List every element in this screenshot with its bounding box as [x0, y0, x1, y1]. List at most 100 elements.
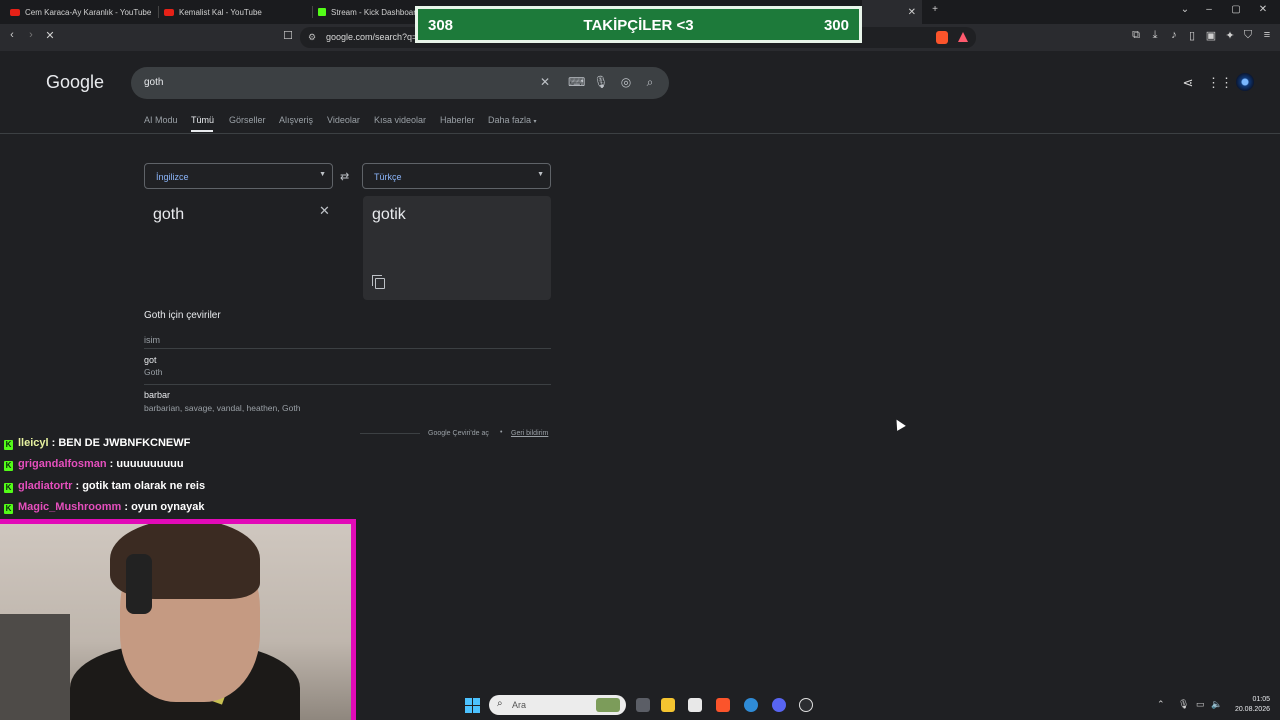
brave-rewards-icon[interactable]: [958, 32, 968, 42]
translation-word: got: [144, 355, 157, 365]
app-icon[interactable]: [744, 698, 758, 712]
chat-message: Kgrigandalfosman : uuuuuuuuuu: [4, 458, 184, 474]
nav-ai-mode[interactable]: AI Modu: [144, 115, 178, 125]
store-icon[interactable]: [688, 698, 702, 712]
tab-title: Stream - Kick Dashboard: [331, 7, 415, 17]
brave-shields-icon[interactable]: [936, 31, 948, 44]
new-tab-icon[interactable]: +: [927, 4, 943, 15]
kick-icon: K: [4, 504, 13, 514]
lens-icon[interactable]: ◎: [618, 75, 634, 89]
source-text-input[interactable]: goth: [153, 206, 184, 224]
taskbar-search[interactable]: ⌕ Ara: [489, 695, 626, 715]
chat-text: uuuuuuuuuu: [116, 458, 184, 470]
translations-heading: Goth için çeviriler: [144, 310, 221, 321]
stop-loading-icon[interactable]: ✕: [42, 29, 58, 42]
tab-google-search[interactable]: ✕: [862, 0, 922, 24]
window-close-icon[interactable]: ✕: [1255, 4, 1271, 15]
windows-start-icon[interactable]: [465, 698, 480, 713]
close-icon[interactable]: ✕: [908, 7, 916, 18]
google-logo[interactable]: Google: [46, 72, 104, 93]
nav-videos[interactable]: Videolar: [327, 115, 360, 125]
swap-languages-icon[interactable]: ⇄: [340, 170, 349, 183]
volume-icon[interactable]: 🔈: [1211, 699, 1222, 710]
brave-browser-icon[interactable]: [716, 698, 730, 712]
maximize-icon[interactable]: ▢: [1228, 4, 1244, 15]
nav-news[interactable]: Haberler: [440, 115, 475, 125]
footer-separator: •: [500, 429, 503, 436]
chat-text: BEN DE JWBNFKCNEWF: [58, 437, 191, 449]
clear-search-icon[interactable]: ✕: [537, 75, 553, 89]
follower-goal-title: TAKİPÇİLER <3: [583, 17, 694, 34]
nav-more-label: Daha fazla: [488, 115, 532, 125]
microphone-icon[interactable]: 🎙: [1178, 699, 1189, 710]
nav-more[interactable]: Daha fazla ▾: [488, 115, 537, 125]
back-icon[interactable]: ‹: [4, 29, 20, 41]
microphone-icon[interactable]: 🎙: [593, 75, 609, 89]
apps-grid-icon[interactable]: ⋮⋮: [1207, 75, 1233, 91]
divider: [144, 348, 551, 349]
tray-chevron-icon[interactable]: ⌃: [1157, 699, 1165, 710]
keyboard-icon[interactable]: ⌨: [568, 75, 585, 89]
search-box[interactable]: goth ✕ ⌨ 🎙 ◎ ⌕: [131, 67, 669, 99]
open-google-translate-link[interactable]: Google Çeviri'de aç: [428, 430, 489, 437]
tab-kemalist-kal[interactable]: Kemalist Kal - YouTube: [164, 0, 309, 24]
site-info-icon[interactable]: ⚙: [308, 32, 316, 43]
clock-time: 01:05: [1252, 696, 1270, 703]
discord-icon[interactable]: [772, 698, 786, 712]
chat-separator: :: [72, 480, 83, 492]
source-language-select[interactable]: İngilizce ▼: [144, 163, 333, 189]
nav-all[interactable]: Tümü: [191, 115, 214, 125]
dropdown-icon: ▼: [319, 171, 326, 178]
feedback-link[interactable]: Geri bildirim: [511, 430, 548, 437]
chat-separator: :: [121, 501, 132, 513]
tab-title: Kemalist Kal - YouTube: [179, 7, 262, 17]
minimize-icon[interactable]: –: [1201, 4, 1217, 15]
chat-separator: :: [48, 437, 59, 449]
search-icon[interactable]: ⌕: [642, 75, 658, 90]
nav-shopping[interactable]: Alışveriş: [279, 115, 313, 125]
forward-icon[interactable]: ›: [23, 29, 39, 41]
leo-ai-icon[interactable]: ✦: [1222, 29, 1238, 42]
dropdown-icon: ▼: [537, 171, 544, 178]
bookmark-icon[interactable]: ☐: [280, 29, 296, 42]
chat-text: gotik tam olarak ne reis: [82, 480, 206, 492]
webcam-headset: [126, 554, 152, 614]
tab-kick-dashboard[interactable]: Stream - Kick Dashboard: [318, 0, 415, 24]
divider: [144, 384, 551, 385]
display-icon[interactable]: ▭: [1196, 699, 1205, 710]
translation-output: gotik: [363, 196, 551, 300]
share-icon[interactable]: ⋖: [1180, 75, 1196, 91]
search-highlight-image: [596, 698, 620, 712]
taskbar-search-placeholder: Ara: [512, 700, 527, 710]
avatar[interactable]: [1236, 73, 1254, 91]
wallet-icon[interactable]: ▣: [1203, 29, 1219, 42]
extensions-icon[interactable]: ⧉: [1128, 29, 1144, 42]
copy-icon[interactable]: [372, 275, 385, 289]
translation-synonyms: barbarian, savage, vandal, heathen, Goth: [144, 403, 301, 413]
obs-icon[interactable]: [799, 698, 813, 712]
target-language-select[interactable]: Türkçe ▼: [362, 163, 551, 189]
nav-short-videos[interactable]: Kısa videolar: [374, 115, 426, 125]
url-text: google.com/search?q=: [326, 32, 418, 42]
kick-icon: K: [4, 440, 13, 450]
chat-username: lleicyl: [18, 437, 49, 449]
search-input[interactable]: goth: [144, 77, 163, 88]
header-divider: [0, 133, 1280, 134]
download-icon[interactable]: ⤓: [1147, 29, 1163, 42]
chat-username: grigandalfosman: [18, 458, 107, 470]
search-icon: ⌕: [497, 698, 503, 709]
chat-message: Klleicyl : BEN DE JWBNFKCNEWF: [4, 437, 190, 453]
task-view-icon[interactable]: [636, 698, 650, 712]
target-language-label: Türkçe: [374, 172, 402, 182]
tab-cem-karaca[interactable]: Cem Karaca-Ay Karanlık - YouTube: [10, 0, 155, 24]
clear-source-icon[interactable]: ✕: [319, 203, 330, 219]
music-icon[interactable]: ♪: [1166, 29, 1182, 41]
sidebar-icon[interactable]: ▯: [1184, 29, 1200, 42]
file-explorer-icon[interactable]: [661, 698, 675, 712]
translation-word: barbar: [144, 390, 171, 400]
nav-images[interactable]: Görseller: [229, 115, 266, 125]
tab-list-chevron-icon[interactable]: ⌄: [1177, 4, 1193, 15]
menu-icon[interactable]: ≡: [1259, 29, 1275, 41]
vpn-shield-icon[interactable]: ⛉: [1240, 29, 1256, 42]
clock[interactable]: 01:05 20.08.2026: [1230, 695, 1270, 715]
